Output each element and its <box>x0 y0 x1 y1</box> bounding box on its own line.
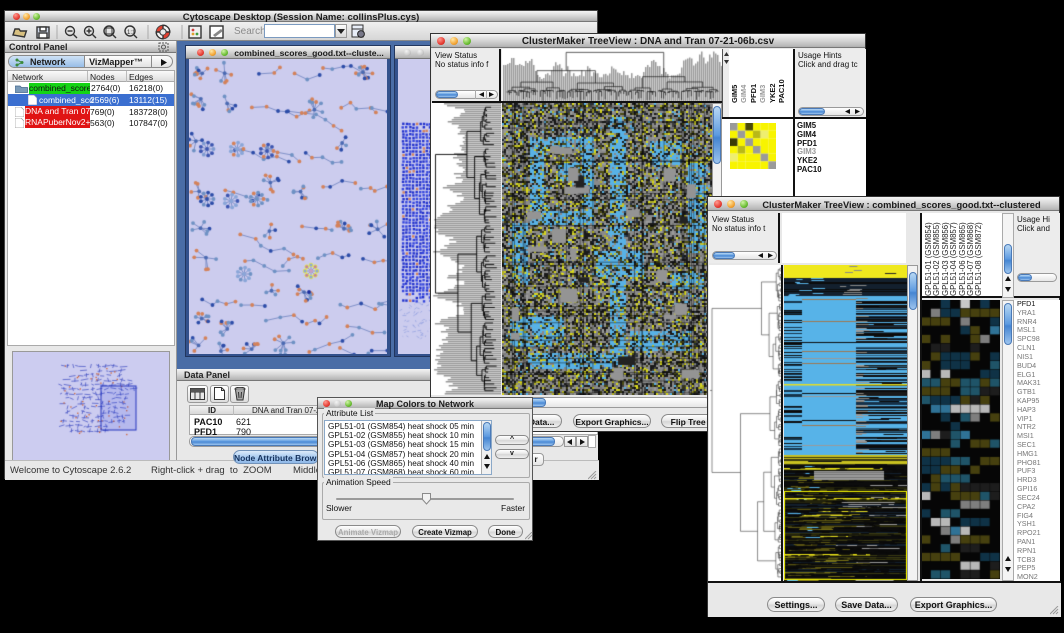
svg-text:1:1: 1:1 <box>127 30 136 36</box>
